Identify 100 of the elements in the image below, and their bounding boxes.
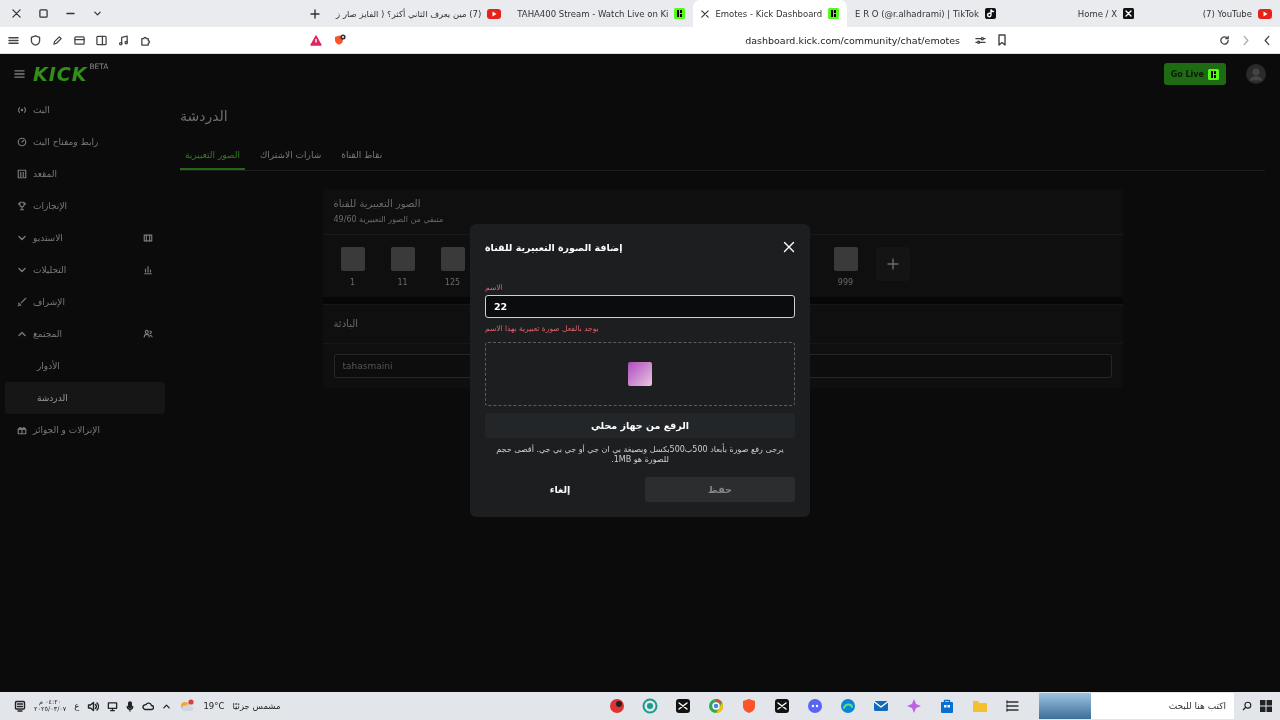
upload-button[interactable]: الرفع من جهاز محلي — [485, 413, 795, 438]
sidebar-item[interactable]: الاستديو — [5, 222, 165, 254]
play-icon — [1258, 8, 1272, 19]
sidebar-item[interactable]: رابط ومفتاح البث — [5, 126, 165, 158]
play-icon — [487, 8, 502, 19]
browser-tab[interactable]: Emotes - Kick Dashboard — [693, 0, 848, 27]
chevron-down-icon[interactable] — [17, 233, 27, 243]
sidebar-item[interactable]: الإشراف — [5, 286, 165, 318]
gift-icon — [17, 425, 27, 435]
music-note-icon — [985, 8, 996, 19]
emote-name: 125 — [444, 278, 461, 287]
square-logo-icon — [674, 8, 686, 19]
close-icon[interactable] — [12, 9, 21, 18]
restore-icon[interactable] — [39, 9, 48, 18]
sidebar-icon[interactable] — [96, 34, 107, 46]
search-field[interactable]: اكتب هنا للبحث — [1091, 693, 1234, 719]
shield-icon[interactable] — [30, 34, 41, 46]
search-icon[interactable] — [1242, 701, 1252, 711]
puzzle-icon[interactable] — [140, 34, 151, 46]
lion-shield-icon[interactable] — [333, 33, 346, 47]
chevron-up-icon[interactable] — [17, 329, 27, 339]
ball-icon[interactable] — [609, 698, 625, 714]
photo-placeholder — [340, 247, 365, 271]
tune-icon[interactable] — [975, 34, 986, 46]
sidebar-subitem[interactable]: الدردشة — [5, 382, 165, 414]
browser-tab[interactable]: (7) YouTube — [1142, 0, 1280, 27]
page-tab[interactable]: شارات الاشتراك — [254, 150, 327, 170]
warning-triangle-icon[interactable] — [310, 34, 322, 46]
photo-placeholder — [1039, 693, 1091, 719]
photo-placeholder — [440, 247, 465, 271]
sidebar-item[interactable]: المقعد — [5, 158, 165, 190]
photo-placeholder — [628, 362, 652, 386]
sword-icon — [17, 297, 27, 307]
temperature[interactable]: 19°C — [203, 701, 225, 711]
reload-icon[interactable] — [1219, 34, 1230, 46]
chat-bubble-icon[interactable] — [807, 698, 823, 714]
sun-icon[interactable] — [179, 699, 196, 713]
cloud-icon[interactable] — [142, 701, 155, 711]
window-icon[interactable] — [74, 34, 85, 46]
cancel-button[interactable]: إلغاء — [485, 476, 635, 502]
sidebar-item[interactable]: البث — [5, 94, 165, 126]
wheel-icon[interactable] — [708, 698, 724, 714]
envelope-icon[interactable] — [873, 698, 889, 714]
sidebar-item[interactable]: التحليلات — [5, 254, 165, 286]
name-input-field[interactable]: 22 — [485, 295, 795, 318]
logo: KICK — [33, 63, 88, 85]
weather-text[interactable]: مشمس جزئيًا — [232, 701, 281, 711]
page-tab[interactable]: الصور التعبيرية — [180, 150, 245, 170]
address-field[interactable]: dashboard.kick.com/community/chat/emotes — [365, 31, 964, 49]
chevron-down-icon[interactable] — [17, 265, 27, 275]
music-note-icon[interactable] — [118, 34, 129, 46]
square-logo-icon — [828, 8, 840, 19]
store-bag-icon[interactable] — [939, 698, 955, 714]
grid-icon — [17, 169, 27, 179]
speaker-icon[interactable] — [87, 700, 100, 712]
pen-icon[interactable] — [52, 34, 63, 46]
sidebar-item[interactable]: المجتمع — [5, 318, 165, 350]
sidebar-subitem[interactable]: الأدوار — [5, 350, 165, 382]
emote-name: 999 — [837, 278, 854, 287]
cross-logo-icon — [1123, 8, 1134, 19]
people-icon — [143, 329, 153, 339]
upload-dropzone[interactable] — [485, 342, 795, 406]
close-icon[interactable] — [701, 9, 710, 18]
page-title: الدردشة — [180, 108, 229, 124]
square-logo-icon — [1208, 68, 1219, 80]
browser-tab[interactable]: (7) مين يعرف الثاني أكثر؟ ( الفايز صار ز — [328, 0, 510, 27]
bookmark-icon[interactable] — [997, 34, 1007, 46]
browser-tab[interactable]: Home / X — [1004, 0, 1142, 27]
spark-icon[interactable] — [906, 698, 922, 714]
sidebar-item[interactable]: الإنزالات و الجوائز — [5, 414, 165, 446]
microphone-icon[interactable] — [126, 700, 135, 712]
chevron-up-icon[interactable] — [162, 701, 172, 711]
help-text: يرجى رفع صورة بأبعاد 500ب500بكسل وبصيغة بي ان جي أو جي بي جي. أقصى حجم للصورة هو 1MB. — [495, 445, 785, 466]
emote-name: 1 — [349, 278, 356, 287]
browser-tab[interactable]: E R O (@r.alhadrami) | TikTok — [847, 0, 1004, 27]
dialog-title: إضافة الصورة التعبيرية للقناة — [485, 241, 623, 253]
film-icon — [143, 233, 153, 243]
forward-icon[interactable] — [1262, 34, 1272, 46]
menu-icon[interactable] — [8, 34, 19, 46]
plus-icon[interactable] — [310, 8, 321, 19]
plus-icon — [886, 258, 899, 270]
windows-logo-icon[interactable] — [1260, 700, 1272, 712]
notification-icon[interactable] — [14, 700, 26, 712]
broadcast-icon — [17, 106, 27, 114]
chevron-down-icon[interactable] — [93, 9, 102, 18]
gauge-icon — [17, 137, 27, 147]
photo-placeholder — [833, 247, 858, 271]
language-indicator[interactable]: ع — [74, 701, 80, 711]
card-title: الصور التعبيرية للقناة — [333, 198, 422, 209]
network-icon[interactable] — [107, 700, 119, 712]
page-tab[interactable]: نقاط القناة — [336, 150, 388, 170]
trophy-icon — [17, 201, 27, 211]
photo-placeholder — [390, 247, 415, 271]
sidebar-item[interactable]: الإنجازات — [5, 190, 165, 222]
browser-tab[interactable]: TAHA400 Stream - Watch Live on Ki — [509, 0, 694, 27]
task-view-icon[interactable] — [1005, 698, 1021, 714]
emote-name: 11 — [397, 278, 408, 287]
ring-icon[interactable] — [642, 698, 658, 714]
card-subtitle: متبقي من الصور التعبيرية 49/60 — [333, 215, 445, 224]
chart-icon — [143, 265, 153, 275]
